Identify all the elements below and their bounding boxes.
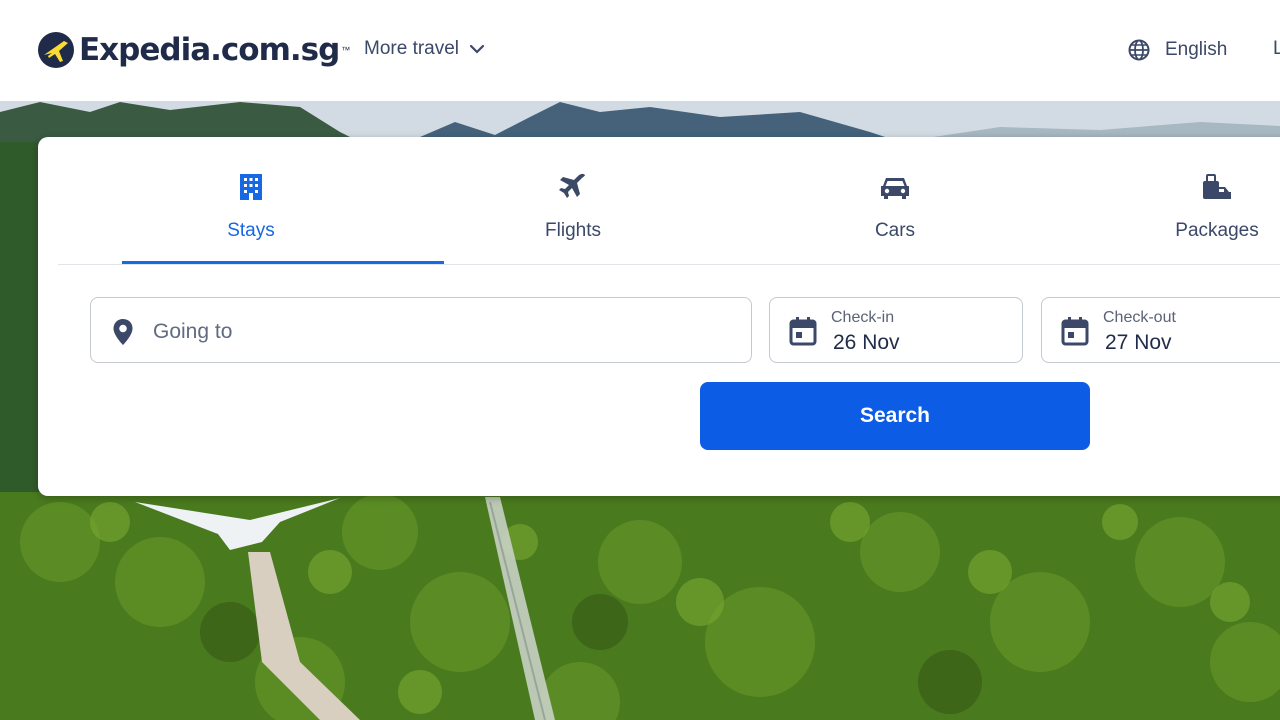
airplane-icon: [559, 173, 585, 198]
tab-cars-label: Cars: [874, 220, 916, 241]
checkin-value: 26 Nov: [833, 331, 900, 354]
packages-icon: [1203, 174, 1231, 199]
language-label: English: [1165, 39, 1228, 60]
tab-flights-label: Flights: [545, 220, 601, 241]
logo-trademark: ™: [341, 45, 351, 55]
checkout-label: Check-out: [1103, 309, 1176, 326]
checkout-value: 27 Nov: [1105, 331, 1172, 354]
chevron-down-icon: [469, 44, 485, 54]
expedia-logo[interactable]: Expedia.com.sg ™: [37, 28, 350, 72]
checkin-field[interactable]: Check-in 26 Nov: [769, 297, 1023, 363]
location-pin-icon: [113, 319, 133, 345]
calendar-icon: [1061, 317, 1089, 346]
logo-text: Expedia.com.sg: [79, 32, 340, 68]
expedia-plane-logo-icon: [38, 32, 74, 68]
site-header: Expedia.com.sg ™ More travel English L: [0, 0, 1280, 102]
product-tabs: Stays Flights Cars Packages: [58, 137, 1280, 265]
building-icon: [240, 174, 262, 200]
search-form-card: Stays Flights Cars Packages Going to Che…: [38, 137, 1280, 496]
header-cut-off-link[interactable]: L: [1273, 38, 1280, 60]
tab-flights[interactable]: Flights: [412, 137, 734, 263]
globe-icon: [1128, 39, 1150, 61]
checkout-field[interactable]: Check-out 27 Nov: [1041, 297, 1280, 363]
tab-stays-label: Stays: [227, 220, 275, 241]
calendar-icon: [789, 317, 817, 346]
more-travel-menu[interactable]: More travel: [364, 38, 485, 60]
car-icon: [881, 178, 909, 199]
tab-packages[interactable]: Packages: [1056, 137, 1280, 263]
destination-field[interactable]: Going to: [90, 297, 752, 363]
language-selector[interactable]: English: [1127, 38, 1227, 62]
tab-packages-label: Packages: [1175, 220, 1259, 241]
destination-placeholder: Going to: [153, 320, 233, 343]
checkin-label: Check-in: [831, 309, 895, 326]
tab-stays[interactable]: Stays: [90, 137, 444, 264]
tab-cars[interactable]: Cars: [734, 137, 1056, 263]
more-travel-label: More travel: [364, 38, 460, 59]
search-button[interactable]: Search: [700, 382, 1090, 450]
